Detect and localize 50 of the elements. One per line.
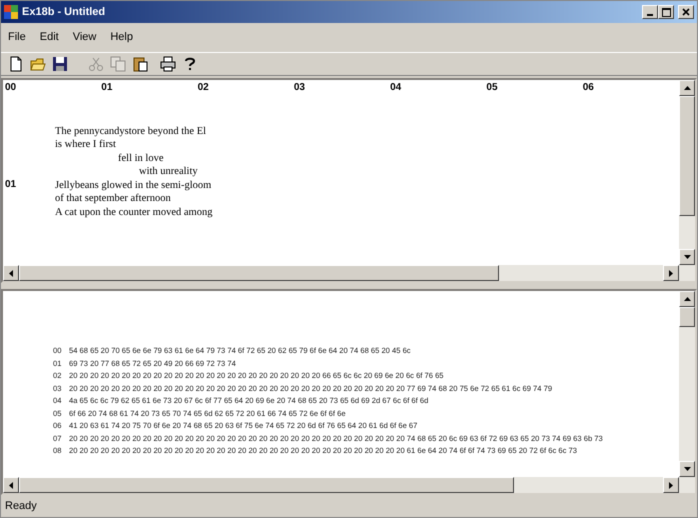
- down-arrow-icon: [684, 255, 690, 260]
- text-line: with unreality: [138, 165, 199, 178]
- right-arrow-icon: [669, 482, 673, 488]
- left-arrow-icon: [9, 270, 13, 277]
- text-line: A cat upon the counter moved among: [55, 206, 212, 219]
- clipboard-icon: [132, 56, 148, 72]
- ruler-label: 03: [294, 82, 305, 92]
- left-arrow-icon: [9, 482, 13, 488]
- status-text: Ready: [5, 500, 37, 512]
- folder-icon: [30, 56, 46, 72]
- menu-item[interactable]: Help: [103, 27, 140, 48]
- printer-icon: [160, 56, 176, 72]
- ruler-label: 01: [5, 178, 18, 192]
- ruler-label: 02: [198, 82, 209, 92]
- horizontal-scrollbar[interactable]: [3, 477, 695, 493]
- text-line: fell in love: [117, 152, 164, 165]
- scroll-thumb[interactable]: [679, 96, 695, 216]
- text-line: is where I first: [55, 138, 117, 152]
- copy-icon: [110, 56, 126, 72]
- up-arrow-icon: [684, 86, 690, 90]
- ruler-label: 00: [5, 82, 16, 92]
- ruler-label: 05: [486, 82, 498, 92]
- horizontal-scrollbar[interactable]: [3, 265, 695, 282]
- scroll-thumb[interactable]: [19, 477, 514, 493]
- ruler-label: 01: [101, 82, 112, 92]
- maximize-button[interactable]: [658, 5, 674, 19]
- ruler-label: 04: [390, 82, 402, 92]
- ruler-label: 06: [582, 82, 594, 92]
- scissors-icon: [88, 56, 104, 72]
- page-icon: [8, 56, 24, 72]
- question-mark-icon: [182, 56, 198, 72]
- menu-item[interactable]: File: [1, 27, 33, 48]
- menu-item[interactable]: Edit: [32, 27, 66, 48]
- text-line: Jellybeans glowed in the semi-gloom: [55, 178, 212, 192]
- close-button[interactable]: [678, 5, 694, 19]
- up-arrow-icon: [684, 297, 690, 302]
- down-arrow-icon: [684, 467, 690, 471]
- close-icon: [682, 8, 690, 16]
- scroll-thumb[interactable]: [19, 265, 499, 282]
- app-icon: [4, 5, 18, 19]
- minimize-button[interactable]: [642, 5, 658, 19]
- scroll-thumb[interactable]: [679, 307, 695, 328]
- right-arrow-icon: [669, 270, 673, 277]
- vertical-scrollbar[interactable]: [679, 80, 695, 266]
- text-line: of that september afternoon: [55, 192, 172, 206]
- menu-item[interactable]: View: [66, 27, 104, 48]
- text-line: The pennycandystore beyond the El: [55, 124, 208, 138]
- window-title: Ex18b - Untitled: [22, 4, 106, 20]
- vertical-scrollbar[interactable]: [679, 291, 695, 477]
- maximize-icon: [662, 8, 670, 16]
